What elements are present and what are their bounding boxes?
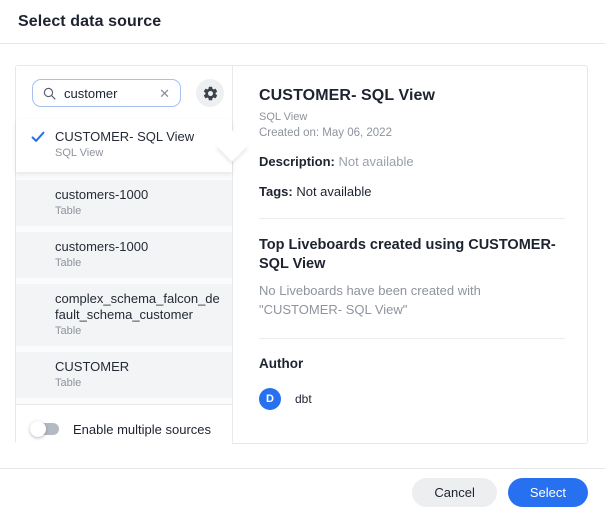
description-value: Not available (338, 154, 413, 169)
detail-title: CUSTOMER- SQL View (259, 87, 565, 105)
section-divider (259, 218, 565, 219)
author-heading: Author (259, 356, 565, 371)
section-divider (259, 338, 565, 339)
list-item-customers-1000[interactable]: customers-1000 Table (16, 180, 232, 226)
description-line: Description: Not available (259, 154, 565, 169)
list-item-type: Table (55, 376, 220, 391)
gear-icon (202, 85, 219, 102)
search-row: ✕ (16, 66, 232, 119)
list-item-type: Table (55, 324, 220, 339)
list-item-type: Table (55, 256, 220, 271)
toggle-label: Enable multiple sources (73, 422, 211, 437)
select-button[interactable]: Select (508, 478, 588, 507)
liveboards-heading: Top Liveboards created using CUSTOMER- S… (259, 236, 565, 274)
list-item-customer-sql-view[interactable]: CUSTOMER- SQL View SQL View (16, 119, 232, 172)
list-item-title: complex_schema_falcon_default_schema_cus… (55, 291, 220, 323)
author-name: dbt (295, 392, 312, 406)
enable-multiple-sources-toggle[interactable] (33, 423, 59, 435)
cancel-button[interactable]: Cancel (412, 478, 496, 507)
list-item-title: customers-1000 (55, 239, 220, 255)
search-input[interactable] (64, 86, 157, 101)
description-label: Description: (259, 154, 335, 169)
list-item-title: CUSTOMER- SQL View (55, 129, 220, 145)
clear-search-icon[interactable]: ✕ (157, 85, 172, 102)
list-item-customers-1000-2[interactable]: customers-1000 Table (16, 232, 232, 278)
detail-subtitle: SQL View (259, 111, 565, 123)
source-details-column: CUSTOMER- SQL View SQL View Created on: … (233, 66, 587, 443)
multiple-sources-row: Enable multiple sources (16, 404, 232, 453)
detail-created-date: Created on: May 06, 2022 (259, 127, 565, 139)
list-item-customer[interactable]: CUSTOMER Table (16, 352, 232, 398)
search-icon (42, 86, 57, 101)
tags-line: Tags: Not available (259, 184, 565, 199)
liveboards-empty-text: No Liveboards have been created with "CU… (259, 281, 565, 319)
select-data-source-dialog: Select data source ✕ (0, 0, 605, 515)
tags-label: Tags: (259, 184, 293, 199)
search-box[interactable]: ✕ (32, 79, 181, 107)
list-item-type: SQL View (55, 146, 220, 161)
header-divider (0, 43, 605, 44)
data-source-settings-button[interactable] (196, 79, 224, 107)
list-item-complex-schema[interactable]: complex_schema_falcon_default_schema_cus… (16, 284, 232, 346)
data-source-panel: ✕ CUSTOMER- SQL View SQL View (15, 65, 588, 444)
selected-check-icon (31, 130, 45, 148)
tags-value: Not available (296, 184, 371, 199)
toggle-knob (30, 421, 46, 437)
dialog-title: Select data source (18, 13, 587, 31)
source-list-column: ✕ CUSTOMER- SQL View SQL View (16, 66, 233, 443)
list-item-title: CUSTOMER (55, 359, 220, 375)
dialog-footer: Cancel Select (0, 469, 605, 507)
source-list: CUSTOMER- SQL View SQL View customers-10… (16, 119, 232, 404)
list-item-title: customers-1000 (55, 187, 220, 203)
author-row: D dbt (259, 388, 565, 410)
author-avatar: D (259, 388, 281, 410)
dialog-header: Select data source (0, 0, 605, 43)
list-item-type: Table (55, 204, 220, 219)
